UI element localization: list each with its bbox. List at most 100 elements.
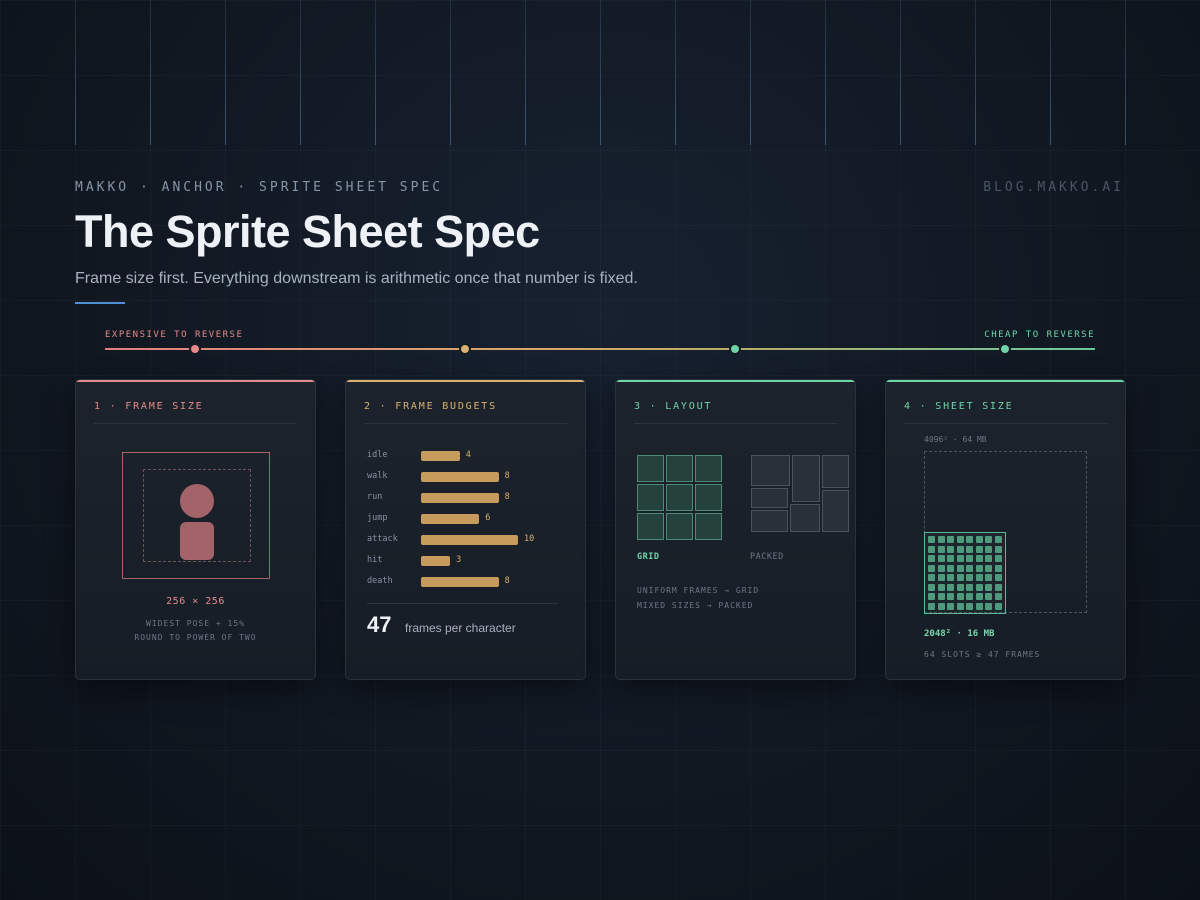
- sheet-slot: [956, 602, 964, 610]
- grid-cell: [666, 484, 693, 511]
- decorative-line: [225, 0, 226, 145]
- budget-value: 8: [504, 492, 510, 502]
- frame-note-padding: WIDEST POSE + 15%: [146, 619, 245, 628]
- sheet-slot: [966, 583, 973, 591]
- decorative-line: [600, 0, 601, 145]
- sheet-slot: [937, 536, 945, 543]
- frame-dimension: 256 × 256: [166, 596, 225, 607]
- sheet-slot: [994, 545, 1002, 553]
- card-accent-bar: [616, 380, 855, 382]
- decorative-line: [1050, 0, 1051, 145]
- sheet-slot: [966, 536, 973, 543]
- budget-bar: [421, 472, 499, 482]
- sheet-slot: [928, 583, 935, 591]
- sheet-slot: [928, 564, 935, 572]
- sheet-slot: [947, 593, 954, 600]
- budget-bar: [421, 451, 460, 461]
- chosen-sheet-label: 2048² · 16 MB: [924, 629, 995, 639]
- sheet-slot: [937, 545, 945, 553]
- sheet-slot: [966, 545, 973, 553]
- decorative-line: [750, 0, 751, 145]
- budget-bar: [421, 535, 518, 545]
- grid-cell: [666, 513, 693, 540]
- track-dot-1: [189, 343, 201, 355]
- sheet-slot: [966, 602, 973, 610]
- grid-cell: [666, 455, 693, 482]
- scale-label-expensive: EXPENSIVE TO REVERSE: [105, 330, 244, 340]
- sheet-slot: [937, 602, 945, 610]
- character-head-icon: [180, 484, 214, 518]
- sheet-slot: [975, 602, 983, 610]
- sheet-slot: [975, 574, 983, 581]
- sheet-slot: [937, 583, 945, 591]
- sheet-slot: [985, 545, 992, 553]
- packed-cell: [751, 488, 788, 508]
- card-divider: [634, 423, 837, 424]
- frame-note-rounding: ROUND TO POWER OF TWO: [134, 633, 257, 642]
- sheet-slot: [994, 564, 1002, 572]
- budget-value: 8: [504, 576, 510, 586]
- decorative-line: [150, 0, 151, 145]
- track-dot-4: [999, 343, 1011, 355]
- card-frame-budgets: 2 · FRAME BUDGETS idle 4 walk 8 run 8 jump 6 att…: [345, 379, 586, 680]
- packed-cell: [792, 455, 820, 502]
- layout-note-grid: UNIFORM FRAMES → GRID: [637, 586, 760, 595]
- sheet-slot: [985, 602, 992, 610]
- grid-cell: [637, 484, 664, 511]
- sheet-slot: [956, 574, 964, 581]
- sheet-slot: [975, 555, 983, 562]
- sheet-slot: [956, 564, 964, 572]
- budget-name: run: [367, 492, 383, 502]
- budget-name: attack: [367, 534, 398, 544]
- sheet-slot: [966, 564, 973, 572]
- card-title: 4 · SHEET SIZE: [904, 401, 1014, 412]
- sheet-slot: [937, 555, 945, 562]
- sheet-slot: [956, 536, 964, 543]
- sheet-slot: [966, 593, 973, 600]
- decorative-line: [300, 0, 301, 145]
- reversibility-track: [105, 348, 1095, 350]
- accent-rule: [75, 302, 125, 304]
- budget-divider: [367, 603, 558, 604]
- slot-count-label: 64 SLOTS ≥ 47 FRAMES: [924, 650, 1041, 659]
- decorative-line: [825, 0, 826, 145]
- budget-name: hit: [367, 555, 383, 565]
- card-accent-bar: [76, 380, 315, 382]
- decorative-line: [975, 0, 976, 145]
- sheet-slot: [947, 583, 954, 591]
- decorative-line: [675, 0, 676, 145]
- packed-label: PACKED: [750, 552, 784, 562]
- card-frame-size: 1 · FRAME SIZE 256 × 256 WIDEST POSE + 1…: [75, 379, 316, 680]
- budget-name: idle: [367, 450, 388, 460]
- character-body-icon: [180, 522, 214, 560]
- large-sheet-label: 4096² · 64 MB: [924, 435, 987, 444]
- sheet-slot: [937, 574, 945, 581]
- card-layout: 3 · LAYOUT GRID PACKED UNIFORM FRAMES → …: [615, 379, 856, 680]
- decorative-line: [900, 0, 901, 145]
- sheet-slot: [985, 583, 992, 591]
- budget-name: jump: [367, 513, 388, 523]
- grid-cell: [695, 455, 722, 482]
- grid-label: GRID: [637, 552, 660, 562]
- decorative-line: [75, 0, 76, 145]
- sheet-slot: [937, 564, 945, 572]
- card-divider: [94, 423, 297, 424]
- budget-name: death: [367, 576, 393, 586]
- sheet-slot: [947, 536, 954, 543]
- sheet-slot: [985, 555, 992, 562]
- grid-cell: [637, 513, 664, 540]
- packed-cell: [751, 510, 788, 532]
- sheet-slot: [975, 564, 983, 572]
- card-accent-bar: [886, 380, 1125, 382]
- sheet-slot: [947, 564, 954, 572]
- site-link[interactable]: BLOG.MAKKO.AI: [983, 180, 1124, 195]
- sheet-slot: [985, 574, 992, 581]
- sheet-slot: [985, 564, 992, 572]
- card-title: 3 · LAYOUT: [634, 401, 713, 412]
- sheet-slot: [928, 536, 935, 543]
- sheet-slot: [937, 593, 945, 600]
- sheet-slot: [928, 555, 935, 562]
- chosen-sheet: [924, 532, 1006, 614]
- sheet-slot: [947, 555, 954, 562]
- sheet-slot: [985, 593, 992, 600]
